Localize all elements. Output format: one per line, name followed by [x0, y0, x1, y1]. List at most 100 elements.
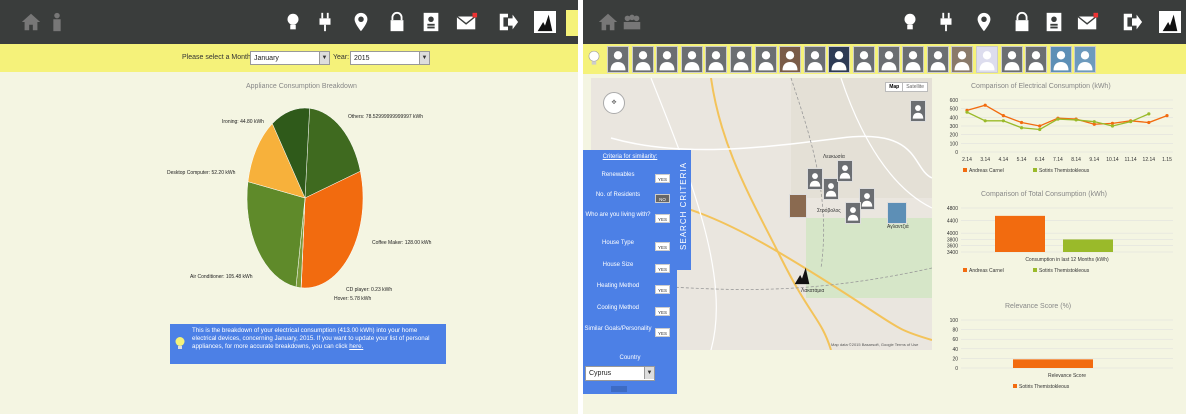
data-point[interactable] [1001, 119, 1005, 123]
data-point[interactable] [1056, 117, 1060, 121]
neighbour-avatar[interactable] [976, 46, 998, 73]
logout-icon[interactable] [1121, 9, 1143, 35]
mail-icon[interactable] [456, 9, 478, 35]
data-point[interactable] [983, 119, 987, 123]
map-user-marker[interactable] [859, 188, 875, 210]
satellite-button[interactable]: Satellite [902, 83, 927, 91]
location-pin-icon[interactable] [973, 9, 995, 35]
map-photo-marker[interactable] [887, 202, 907, 224]
country-label: Country [619, 355, 641, 361]
map-button[interactable]: Map [886, 83, 902, 91]
id-card-icon[interactable] [420, 9, 442, 35]
series-line [966, 111, 1150, 131]
map-user-marker[interactable] [807, 168, 823, 190]
y-tick-label: 0 [955, 150, 958, 156]
pie-slice[interactable] [246, 181, 306, 288]
neighbour-avatar[interactable] [754, 46, 777, 73]
neighbour-avatar[interactable] [631, 46, 654, 73]
map-user-marker[interactable] [837, 160, 853, 182]
pie-slice-label: Others: 78.52999999999997 kWh [348, 114, 424, 120]
home-icon[interactable] [20, 9, 42, 35]
month-select[interactable]: January ▼ [250, 51, 330, 65]
neighbour-avatar[interactable] [853, 46, 875, 73]
criteria-heading[interactable]: Criteria for similarity: [583, 154, 677, 161]
criteria-toggle[interactable]: YES [655, 242, 670, 251]
neighbour-avatar[interactable] [951, 46, 974, 73]
id-card-icon[interactable] [1043, 9, 1065, 35]
lightbulb-icon[interactable] [282, 9, 304, 35]
pan-control[interactable]: ✥ [603, 92, 625, 114]
location-pin-icon[interactable] [350, 9, 372, 35]
data-point[interactable] [1165, 114, 1169, 118]
appliances-link[interactable]: here. [349, 343, 363, 350]
criteria-toggle[interactable]: NO [655, 194, 670, 203]
criteria-label: Who are you living with? [585, 212, 651, 218]
lightbulb-icon[interactable] [899, 9, 921, 35]
data-point[interactable] [1129, 120, 1133, 124]
avatar-icon[interactable] [532, 9, 558, 35]
home-icon[interactable] [597, 9, 619, 35]
person-icon[interactable] [46, 9, 68, 35]
neighbour-avatar[interactable] [1074, 46, 1097, 73]
current-user-marker-icon[interactable] [791, 264, 813, 286]
neighbour-avatar[interactable] [607, 46, 629, 73]
country-select[interactable]: Cyprus ▼ [585, 366, 655, 381]
search-button[interactable] [611, 386, 627, 392]
data-point[interactable] [1019, 120, 1024, 125]
criteria-toggle[interactable]: YES [655, 328, 670, 337]
neighbour-avatar[interactable] [902, 46, 925, 73]
pie-chart-title: Appliance Consumption Breakdown [246, 83, 357, 90]
data-point[interactable] [1001, 114, 1005, 118]
neighbour-avatar[interactable] [656, 46, 679, 73]
plug-icon[interactable] [935, 9, 957, 35]
neighbour-avatar[interactable] [1000, 46, 1023, 73]
lock-icon[interactable] [386, 9, 408, 35]
notification-tab[interactable] [566, 10, 578, 36]
neighbour-avatar[interactable] [779, 46, 802, 73]
data-point[interactable] [983, 103, 987, 107]
neighbour-avatar[interactable] [1025, 46, 1048, 73]
lock-icon[interactable] [1011, 9, 1033, 35]
mail-icon[interactable] [1077, 9, 1099, 35]
data-point[interactable] [1038, 124, 1042, 128]
neighbour-avatar[interactable] [926, 46, 949, 73]
bar[interactable] [1063, 239, 1113, 252]
left-panel: Please select a Month: January ▼ Year: 20… [0, 0, 578, 414]
data-point[interactable] [1110, 124, 1115, 128]
map-user-marker[interactable] [845, 202, 861, 224]
logout-icon[interactable] [497, 9, 519, 35]
data-point[interactable] [965, 110, 969, 114]
neighbour-avatar[interactable] [1049, 46, 1072, 73]
search-criteria-tab[interactable]: SEARCH CRITERIA [677, 150, 691, 270]
year-select[interactable]: 2015 ▼ [350, 51, 430, 65]
data-point[interactable] [1092, 120, 1096, 124]
data-point[interactable] [1038, 127, 1042, 132]
bar[interactable] [995, 215, 1045, 252]
criteria-toggle[interactable]: YES [655, 264, 670, 273]
group-icon[interactable] [621, 9, 643, 35]
pie-slice-label: Ironing: 44.80 kWh [222, 119, 264, 125]
avatar-icon[interactable] [1157, 9, 1183, 35]
map-photo-marker[interactable] [789, 194, 807, 218]
map-user-marker[interactable] [910, 100, 926, 122]
criteria-toggle[interactable]: YES [655, 214, 670, 223]
plug-icon[interactable] [314, 9, 336, 35]
x-tick-label: 3.14 [980, 157, 990, 163]
criteria-toggle[interactable]: YES [655, 174, 670, 183]
criteria-toggle[interactable]: YES [655, 285, 670, 294]
neighbour-avatar[interactable] [828, 46, 851, 73]
neighbour-avatar[interactable] [803, 46, 826, 73]
neighbour-avatar[interactable] [705, 46, 728, 73]
data-point[interactable] [1147, 120, 1151, 125]
data-point[interactable] [1147, 112, 1151, 116]
neighbour-avatar[interactable] [680, 46, 703, 73]
neighbour-avatar[interactable] [877, 46, 900, 73]
data-point[interactable] [1074, 118, 1078, 122]
map-place-label: Στρόβολος [817, 208, 841, 214]
data-point[interactable] [1019, 126, 1024, 130]
relevance-score-bar-chart: 100 80 60 40 20 0 Relevance Score Sotiris Themi… [950, 318, 1173, 390]
criteria-toggle[interactable]: YES [655, 307, 670, 316]
search-criteria-panel: Criteria for similarity: Renewables YES No… [583, 150, 677, 394]
bar[interactable] [1013, 359, 1093, 368]
neighbour-avatar[interactable] [730, 46, 752, 73]
